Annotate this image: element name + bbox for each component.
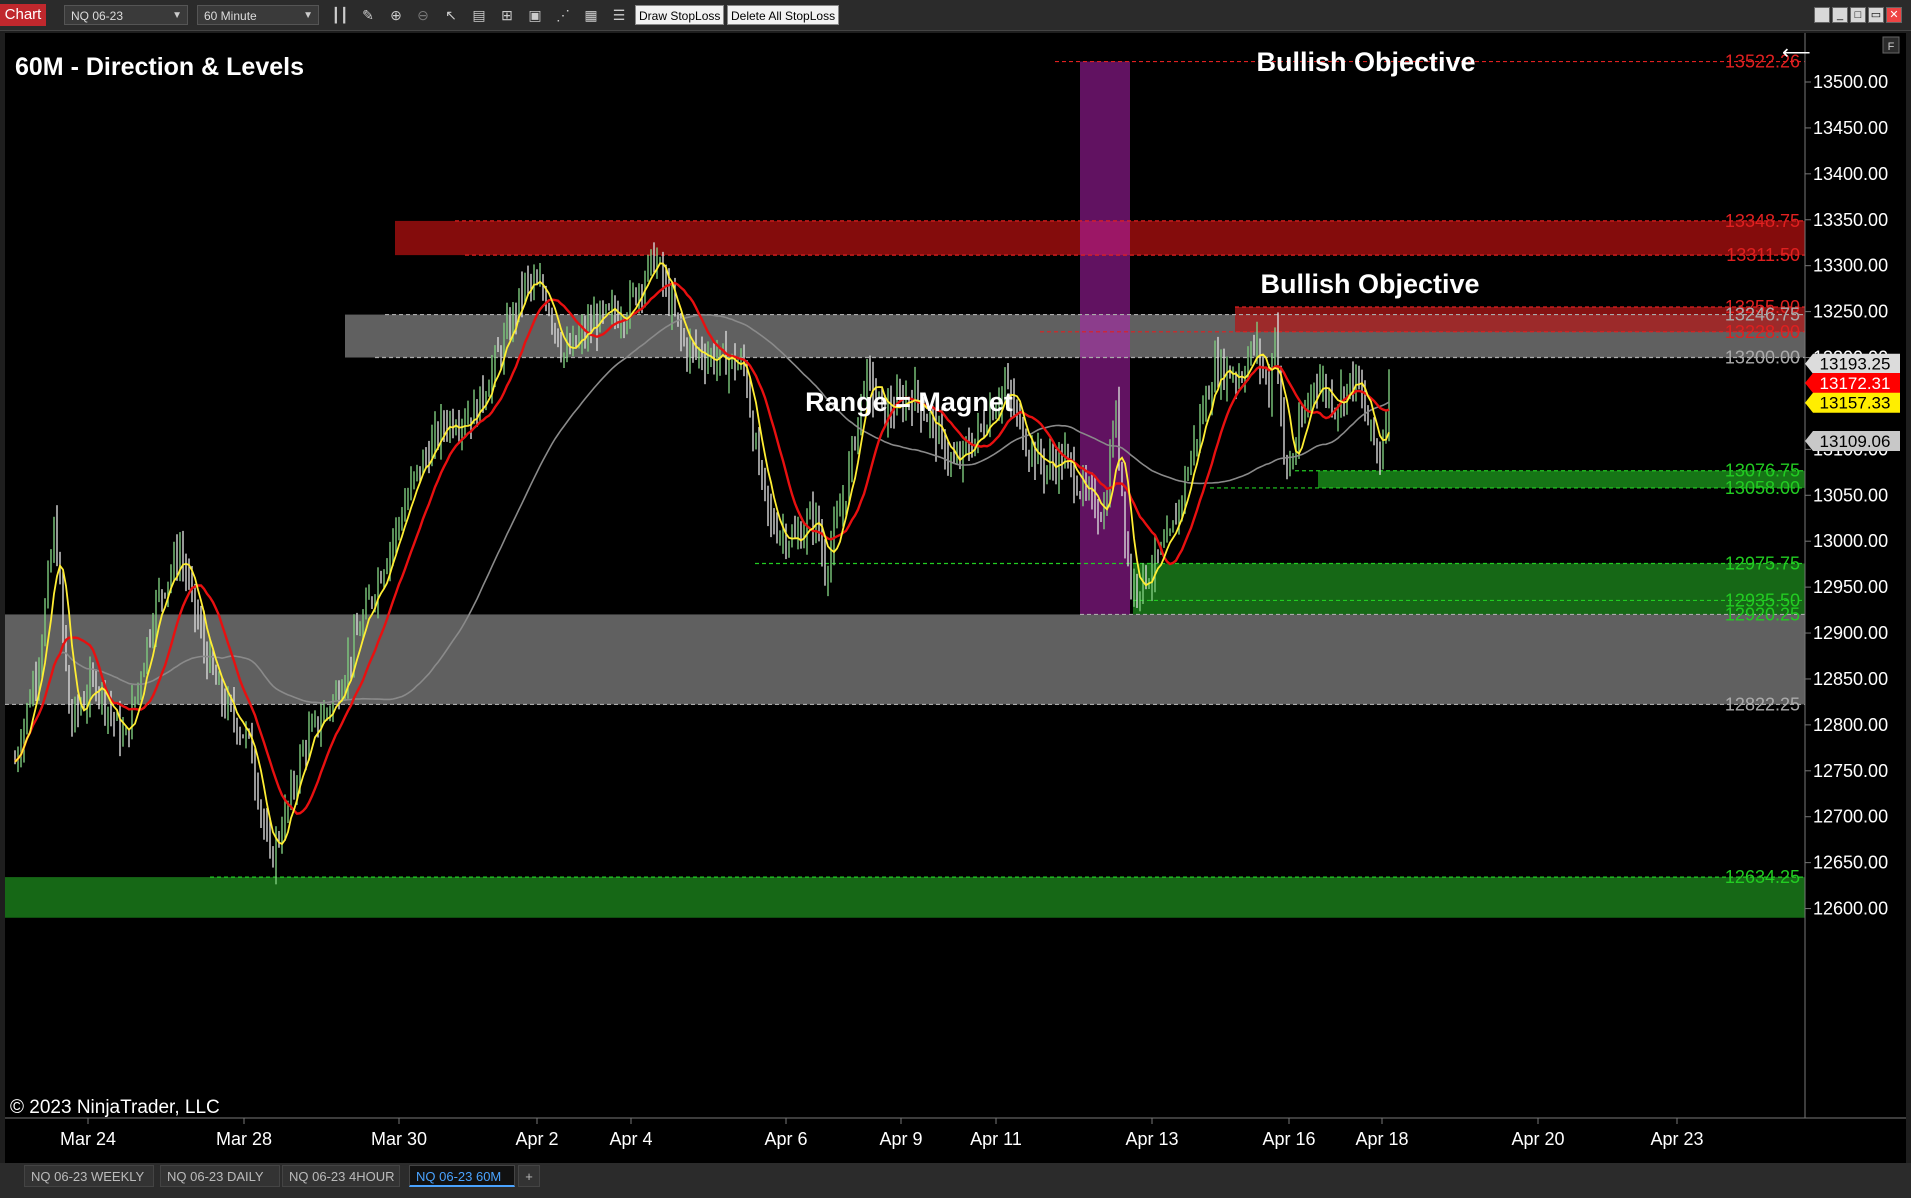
cursor-icon[interactable]: ↖ (440, 5, 462, 25)
level-label: 12920.25 (1725, 604, 1800, 624)
bar-style-icon[interactable]: ┃┃ (329, 5, 351, 25)
chart-title: 60M - Direction & Levels (15, 53, 304, 81)
level-label: 13058.00 (1725, 478, 1800, 498)
price-tick-label: 12600.00 (1813, 899, 1888, 919)
date-tick-label: Mar 30 (371, 1129, 427, 1149)
panel-flag-label: F (1888, 41, 1895, 53)
level-label: 12634.25 (1725, 867, 1800, 887)
price-tick-label: 12900.00 (1813, 623, 1888, 643)
date-tick-label: Apr 16 (1262, 1129, 1315, 1149)
price-marker-label: 13193.25 (1820, 355, 1891, 374)
price-tick-label: 12750.00 (1813, 761, 1888, 781)
instrument-selector[interactable]: NQ 06-23 ▼ (64, 5, 188, 25)
tab-4hour[interactable]: NQ 06-23 4HOUR (282, 1165, 400, 1187)
price-tick-label: 13050.00 (1813, 485, 1888, 505)
range-magnet-label: Range = Magnet (805, 387, 1013, 417)
price-tick-label: 13000.00 (1813, 531, 1888, 551)
data-box-icon[interactable]: ⊞ (496, 5, 518, 25)
support-zone-mid (1133, 563, 1805, 615)
close-icon[interactable]: ✕ (1886, 7, 1902, 23)
date-tick-label: Apr 18 (1355, 1129, 1408, 1149)
price-marker-label: 13157.33 (1820, 394, 1891, 413)
support-zone-lower (5, 877, 1805, 918)
draw-stoploss-button[interactable]: Draw StopLoss (635, 5, 725, 25)
date-tick-label: Apr 20 (1511, 1129, 1564, 1149)
back-arrow-icon[interactable]: ⟵ (1782, 42, 1811, 64)
price-tick-label: 13500.00 (1813, 72, 1888, 92)
level-lines-layer (5, 60, 1805, 878)
chart-panel[interactable]: 13500.00 13450.00 13400.00 13350.00 13300.00… (5, 33, 1906, 1163)
price-chart[interactable]: 13500.00 13450.00 13400.00 13350.00 13300.00… (5, 33, 1906, 1163)
price-markers: 13193.2513172.3113157.33 13109.06 (1805, 353, 1900, 452)
price-tick-label: 13450.00 (1813, 118, 1888, 138)
level-labels: 13522.2613348.7513311.5013255.0013246.75… (1725, 52, 1800, 888)
snap-icon[interactable]: ▭ (1868, 7, 1884, 23)
price-tick-label: 12700.00 (1813, 807, 1888, 827)
price-marker-label: 13172.31 (1820, 374, 1891, 393)
chevron-down-icon: ▼ (172, 10, 182, 21)
level-label: 12822.25 (1725, 694, 1800, 714)
date-tick-label: Mar 24 (60, 1129, 116, 1149)
instrument-value: NQ 06-23 (71, 9, 124, 23)
bullish-objective-mid-label: Bullish Objective (1260, 269, 1479, 299)
time-highlight-zone (1080, 61, 1130, 615)
level-label: 12975.75 (1725, 553, 1800, 573)
add-tab-button[interactable]: + (518, 1165, 540, 1187)
price-tick-label: 13350.00 (1813, 210, 1888, 230)
date-tick-label: Mar 28 (216, 1129, 272, 1149)
zoom-out-icon[interactable]: ⊖ (412, 5, 434, 25)
pencil-icon[interactable]: ✎ (357, 5, 379, 25)
bullish-objective-top-label: Bullish Objective (1256, 47, 1475, 77)
price-tick-label: 13300.00 (1813, 256, 1888, 276)
level-label: 13228.00 (1725, 322, 1800, 342)
price-tick-label: 12650.00 (1813, 853, 1888, 873)
restore-icon[interactable] (1814, 7, 1830, 23)
level-label: 13311.50 (1726, 245, 1800, 265)
copyright-text: © 2023 NinjaTrader, LLC (10, 1097, 220, 1118)
price-marker-label: 13109.06 (1820, 432, 1891, 451)
price-axis-ticks: 13500.00 13450.00 13400.00 13350.00 13300.00… (1805, 72, 1888, 919)
date-tick-label: Apr 23 (1650, 1129, 1703, 1149)
zoom-in-icon[interactable]: ⊕ (385, 5, 407, 25)
level-label: 13348.75 (1725, 211, 1800, 231)
date-tick-label: Apr 9 (879, 1129, 922, 1149)
chart-toolbar: Chart NQ 06-23 ▼ 60 Minute ▼ ┃┃ ✎ ⊕ ⊖ ↖ … (0, 0, 1911, 31)
tab-daily[interactable]: NQ 06-23 DAILY (160, 1165, 280, 1187)
timeframe-value: 60 Minute (204, 9, 257, 23)
range-zone-lower (5, 614, 1805, 705)
properties-icon[interactable]: ▤ (468, 5, 490, 25)
indicators-icon[interactable]: ▣ (524, 5, 546, 25)
minimize-icon[interactable]: _ (1832, 7, 1848, 23)
resistance-zone (1235, 307, 1805, 332)
tab-weekly[interactable]: NQ 06-23 WEEKLY (24, 1165, 154, 1187)
maximize-icon[interactable]: □ (1850, 7, 1866, 23)
chart-menu-button[interactable]: Chart (0, 4, 46, 26)
date-tick-label: Apr 4 (609, 1129, 652, 1149)
templates-icon[interactable]: ▦ (580, 5, 602, 25)
strategies-icon[interactable]: ⋰ (552, 5, 574, 25)
price-tick-label: 12950.00 (1813, 577, 1888, 597)
delete-all-stoploss-button[interactable]: Delete All StopLoss (727, 5, 840, 25)
date-axis[interactable]: Mar 24 Mar 28 Mar 30 Apr 2 Apr 4 Apr 6 Apr 9 Ap… (60, 1118, 1704, 1149)
zones-layer (5, 61, 1805, 918)
level-label: 13200.00 (1725, 348, 1800, 368)
price-tick-label: 12800.00 (1813, 715, 1888, 735)
price-tick-label: 13250.00 (1813, 302, 1888, 322)
date-tick-label: Apr 11 (970, 1129, 1022, 1149)
chevron-down-icon: ▼ (303, 10, 313, 21)
timeframe-selector[interactable]: 60 Minute ▼ (197, 5, 319, 25)
price-tick-label: 12850.00 (1813, 669, 1888, 689)
list-icon[interactable]: ☰ (608, 5, 630, 25)
price-tick-label: 13400.00 (1813, 164, 1888, 184)
date-tick-label: Apr 6 (764, 1129, 807, 1149)
date-tick-label: Apr 2 (515, 1129, 558, 1149)
tab-60m[interactable]: NQ 06-23 60M (409, 1165, 515, 1187)
date-tick-label: Apr 13 (1125, 1129, 1178, 1149)
